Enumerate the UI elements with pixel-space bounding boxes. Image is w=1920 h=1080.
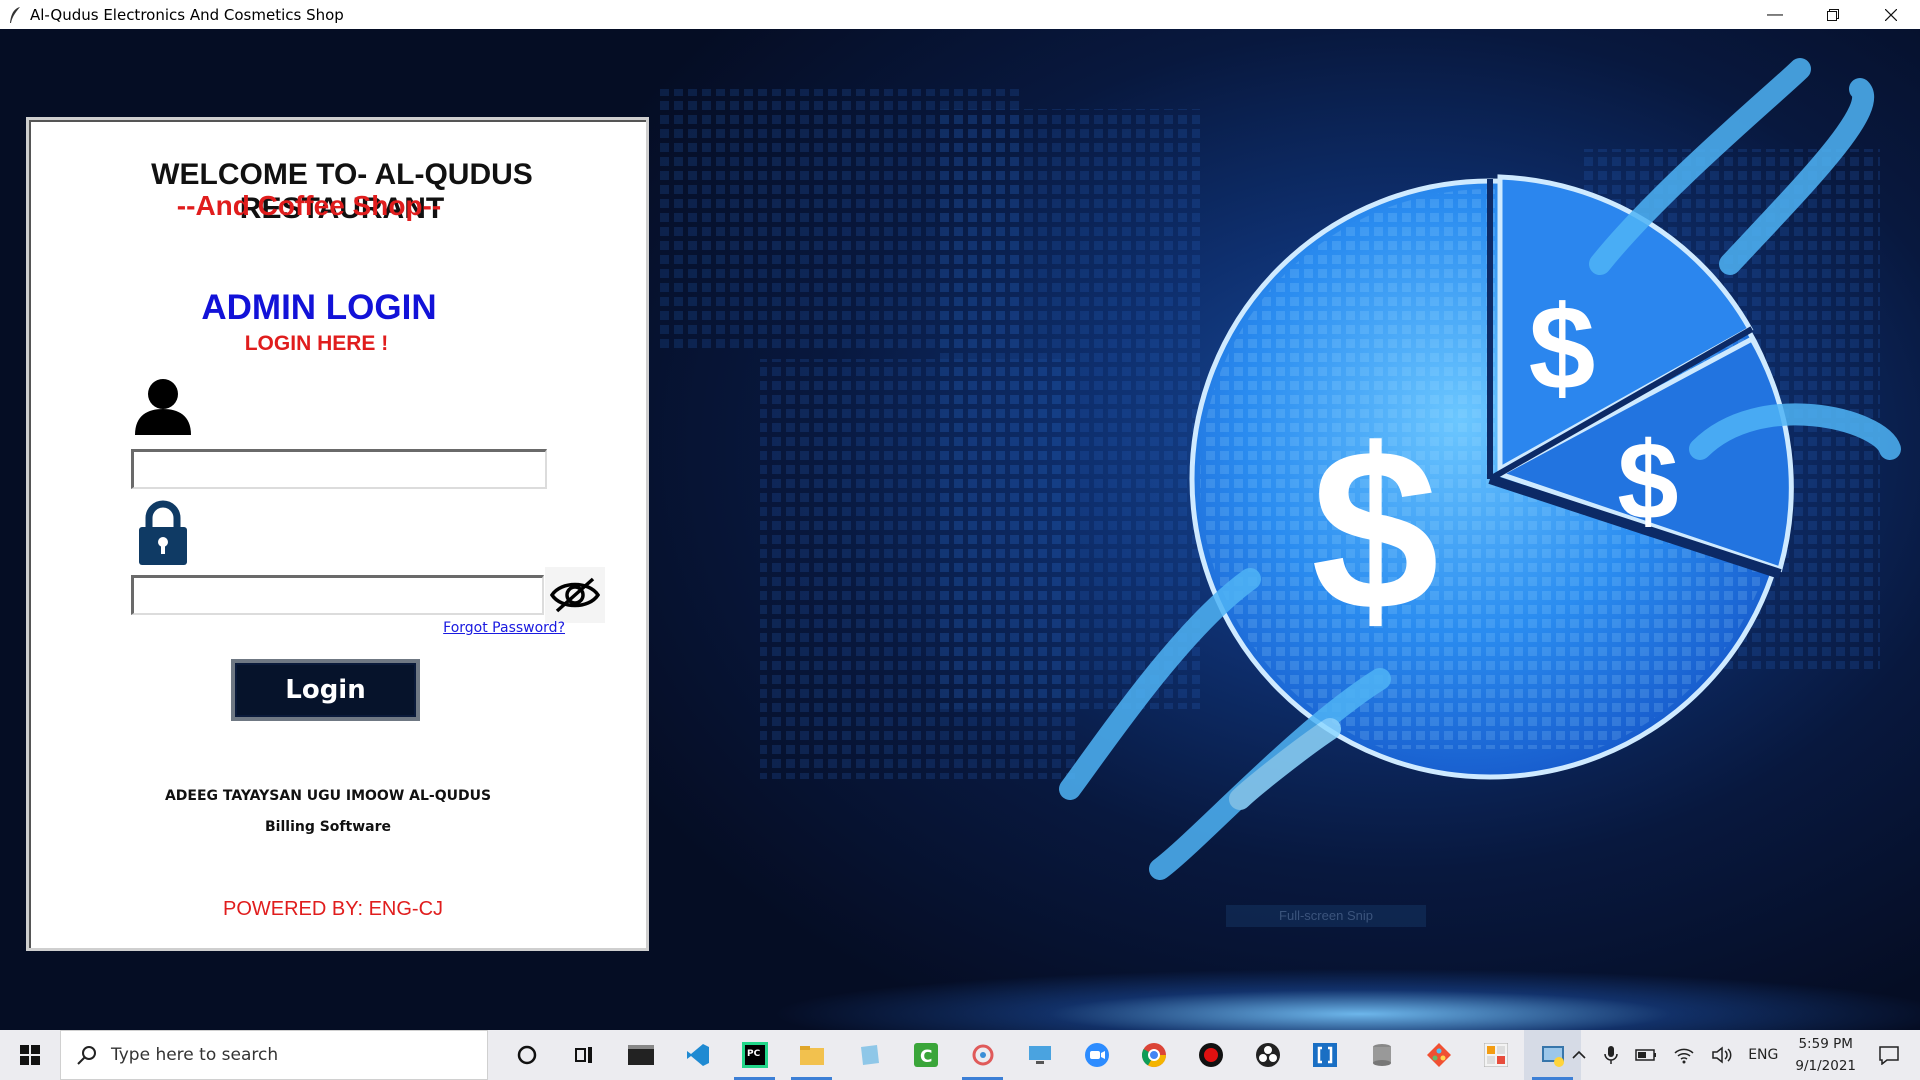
chrome-icon[interactable] [1125, 1030, 1182, 1080]
subtitle: --And Coffee Shop-- [176, 190, 442, 221]
taskbar-apps: PC C [498, 1030, 1581, 1080]
search-icon [77, 1046, 96, 1065]
forgot-password-link[interactable]: Forgot Password? [405, 620, 565, 636]
system-tray: ENG 5:59 PM 9/1/2021 [1563, 1030, 1920, 1080]
powered-by-label: POWERED BY: ENG-CJ [222, 898, 444, 920]
admin-login-heading: ADMIN LOGIN [201, 288, 437, 327]
brackets-icon[interactable] [1296, 1030, 1353, 1080]
lock-icon [139, 500, 187, 565]
git-icon[interactable] [1410, 1030, 1467, 1080]
footer-line-1: ADEEG TAYAYSAN UGU IMOOW AL-QUDUS [164, 788, 492, 804]
language-indicator[interactable]: ENG [1748, 1047, 1778, 1063]
taskbar: Type here to search PC C ENG 5:59 PM 9/1… [0, 1030, 1920, 1080]
restore-button[interactable] [1804, 0, 1862, 29]
vscode-icon[interactable] [669, 1030, 726, 1080]
search-placeholder: Type here to search [111, 1045, 279, 1065]
login-here-label: LOGIN HERE ! [244, 332, 389, 355]
battery-icon[interactable] [1635, 1048, 1657, 1062]
remote-desktop-icon[interactable] [1011, 1030, 1068, 1080]
task-view-icon[interactable] [555, 1030, 612, 1080]
svg-text:$: $ [1311, 401, 1439, 658]
feather-icon [10, 6, 20, 23]
record-icon[interactable] [1182, 1030, 1239, 1080]
pycharm-icon[interactable]: PC [726, 1030, 783, 1080]
file-explorer-icon[interactable] [783, 1030, 840, 1080]
paint-icon[interactable] [954, 1030, 1011, 1080]
database-icon[interactable] [1353, 1030, 1410, 1080]
taskbar-search-box[interactable]: Type here to search [60, 1030, 488, 1080]
username-field[interactable] [131, 449, 547, 489]
volume-icon[interactable] [1711, 1046, 1733, 1064]
notification-icon[interactable] [1878, 1045, 1900, 1065]
login-panel: WELCOME TO- AL-QUDUS RESTAURANT --And Co… [26, 117, 649, 951]
zoom-icon[interactable] [1068, 1030, 1125, 1080]
toggle-password-visibility-button[interactable] [545, 567, 605, 623]
wifi-icon[interactable] [1673, 1046, 1695, 1064]
camtasia-icon[interactable]: C [897, 1030, 954, 1080]
user-icon [135, 379, 191, 435]
svg-text:$: $ [1529, 281, 1596, 415]
login-button[interactable]: Login [231, 659, 420, 721]
window-title-bar: Al-Qudus Electronics And Cosmetics Shop … [0, 0, 1920, 29]
clock-time: 5:59 PM [1798, 1036, 1853, 1052]
svg-text:C: C [920, 1047, 932, 1067]
footer-line-2: Billing Software [265, 819, 391, 835]
microphone-icon[interactable] [1603, 1045, 1619, 1065]
calculator-icon[interactable] [1467, 1030, 1524, 1080]
minimize-button[interactable]: — [1746, 0, 1804, 29]
cortana-icon[interactable] [498, 1030, 555, 1080]
close-button[interactable] [1862, 0, 1920, 29]
windows-icon [20, 1045, 40, 1065]
chevron-up-icon[interactable] [1571, 1047, 1587, 1063]
password-field[interactable] [131, 575, 544, 615]
clock-date: 9/1/2021 [1795, 1058, 1856, 1074]
obs-icon[interactable] [1239, 1030, 1296, 1080]
notepad-icon[interactable] [840, 1030, 897, 1080]
clock[interactable]: 5:59 PM 9/1/2021 [1795, 1033, 1856, 1077]
close-icon [1885, 8, 1897, 21]
restore-icon [1827, 8, 1839, 21]
snip-hint: Full-screen Snip [1226, 905, 1426, 927]
terminal-icon[interactable] [612, 1030, 669, 1080]
svg-text:PC: PC [747, 1049, 761, 1059]
eye-slash-icon [549, 577, 601, 613]
svg-text:$: $ [1617, 420, 1678, 543]
window-title: Al-Qudus Electronics And Cosmetics Shop [30, 5, 344, 24]
start-button[interactable] [0, 1030, 60, 1080]
